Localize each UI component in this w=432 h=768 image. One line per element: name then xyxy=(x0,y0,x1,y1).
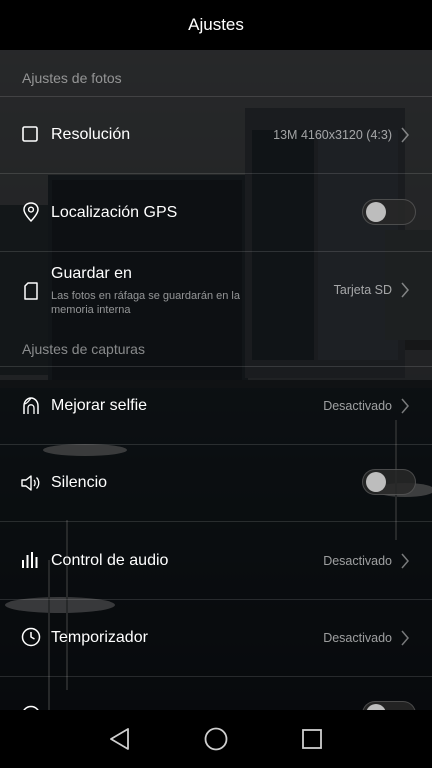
top-bar: Ajustes xyxy=(0,0,432,50)
chevron-right-icon xyxy=(401,398,409,414)
gps-label: Localización GPS xyxy=(51,204,178,221)
chevron-right-icon xyxy=(401,553,409,569)
chevron-right-icon xyxy=(401,282,409,298)
timer-label: Temporizador xyxy=(51,629,148,646)
partial-row[interactable] xyxy=(0,677,432,710)
partial-toggle[interactable] xyxy=(362,701,416,710)
selfie-icon xyxy=(23,397,39,414)
section-capture-settings: Ajustes de capturas xyxy=(22,341,145,357)
square-icon xyxy=(22,126,38,142)
gps-toggle[interactable] xyxy=(362,199,416,225)
timer-value: Desactivado xyxy=(323,631,392,645)
audio-control-value: Desactivado xyxy=(323,554,392,568)
document-icon xyxy=(24,282,38,300)
beauty-row[interactable]: Mejorar selfie Desactivado xyxy=(0,367,432,444)
camera-settings-screen: Ajustes Ajustes de fotos Resolución 13M … xyxy=(0,0,432,768)
audio-bars-icon xyxy=(22,552,38,568)
chevron-right-icon xyxy=(401,127,409,143)
beauty-label: Mejorar selfie xyxy=(51,397,148,414)
toggle-knob xyxy=(366,472,386,492)
beauty-value: Desactivado xyxy=(323,399,392,413)
audio-control-row[interactable]: Control de audio Desactivado xyxy=(0,522,432,599)
location-pin-icon xyxy=(23,202,39,223)
save-location-label: Guardar en xyxy=(51,265,132,282)
navigation-bar xyxy=(0,710,432,768)
mute-row[interactable]: Silencio xyxy=(0,445,432,521)
settings-list[interactable]: Ajustes de fotos Resolución 13M 4160x312… xyxy=(0,50,432,710)
gps-row[interactable]: Localización GPS xyxy=(0,174,432,251)
home-circle-icon[interactable] xyxy=(202,725,230,753)
resolution-label: Resolución xyxy=(51,126,131,143)
speaker-icon xyxy=(21,475,40,491)
toggle-knob xyxy=(366,202,386,222)
audio-control-label: Control de audio xyxy=(51,552,169,569)
save-location-value: Tarjeta SD xyxy=(333,283,392,297)
chevron-right-icon xyxy=(401,630,409,646)
save-location-description: Las fotos en ráfaga se guardarán en la m… xyxy=(51,290,240,316)
resolution-row[interactable]: Resolución 13M 4160x3120 (4:3) xyxy=(0,97,432,173)
save-location-row[interactable]: Guardar en Las fotos en ráfaga se guarda… xyxy=(0,252,432,332)
resolution-value: 13M 4160x3120 (4:3) xyxy=(273,128,392,142)
mute-toggle[interactable] xyxy=(362,469,416,495)
page-title: Ajustes xyxy=(188,15,244,34)
section-photo-settings: Ajustes de fotos xyxy=(22,70,122,86)
recents-square-icon[interactable] xyxy=(298,725,326,753)
mute-label: Silencio xyxy=(51,474,108,491)
back-triangle-icon[interactable] xyxy=(106,725,134,753)
timer-row[interactable]: Temporizador Desactivado xyxy=(0,600,432,676)
clock-icon xyxy=(21,627,41,647)
